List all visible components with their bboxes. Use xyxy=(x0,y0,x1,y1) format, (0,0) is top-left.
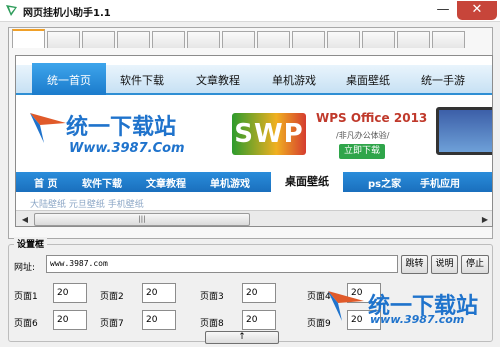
watermark-logo-icon xyxy=(328,291,364,321)
browser-tab[interactable] xyxy=(222,31,255,48)
sub-nav-item-home[interactable]: 首 页 xyxy=(34,175,57,190)
page-interval-input[interactable]: 20 xyxy=(53,310,87,330)
sub-nav-item-ps[interactable]: ps之家 xyxy=(368,175,401,190)
title-bar: 网页挂机小助手1.1 — ✕ xyxy=(0,0,500,22)
scroll-thumb[interactable]: ||| xyxy=(34,213,250,226)
browser-tab[interactable] xyxy=(362,31,395,48)
web-view[interactable]: 统一首页 软件下载 文章教程 单机游戏 桌面壁纸 统一手游 统一下载站 Www.… xyxy=(15,55,493,227)
browser-tab[interactable] xyxy=(397,31,430,48)
help-button[interactable]: 说明 xyxy=(431,255,458,274)
sub-nav-item-wallpaper[interactable]: 桌面壁纸 xyxy=(271,169,343,192)
window-title: 网页挂机小助手1.1 xyxy=(23,8,111,19)
page-label: 页面2 xyxy=(100,292,124,302)
browser-tab[interactable] xyxy=(47,31,80,48)
app-icon xyxy=(6,5,17,16)
laptop-image[interactable] xyxy=(436,107,492,155)
page-label: 页面1 xyxy=(14,292,38,302)
scroll-left-icon[interactable]: ◀ xyxy=(18,213,32,226)
settings-group-label: 设置框 xyxy=(14,237,48,250)
site-logo-url[interactable]: Www.3987.Com xyxy=(69,141,185,156)
top-nav-item-mobile-games[interactable]: 统一手游 xyxy=(421,72,465,88)
browser-tab[interactable] xyxy=(12,29,45,48)
horizontal-scrollbar[interactable]: ◀ ||| ▶ xyxy=(16,210,492,226)
sub-nav-item-apps[interactable]: 手机应用 xyxy=(420,175,460,190)
ad-subtitle: /非凡办公体验/ xyxy=(336,131,390,140)
browser-tab[interactable] xyxy=(82,31,115,48)
page-label: 页面8 xyxy=(200,319,224,329)
page-interval-input[interactable]: 20 xyxy=(242,283,276,303)
stop-button[interactable]: 停止 xyxy=(461,255,489,274)
page-label: 页面6 xyxy=(14,319,38,329)
top-nav-item-software[interactable]: 软件下载 xyxy=(120,72,164,88)
browser-tab[interactable] xyxy=(117,31,150,48)
close-button[interactable]: ✕ xyxy=(457,1,497,20)
page-interval-input[interactable]: 20 xyxy=(142,283,176,303)
browser-tab[interactable] xyxy=(432,31,465,48)
site-logo-icon xyxy=(30,113,66,143)
minimize-button[interactable]: — xyxy=(432,1,454,20)
site-banner: 统一下载站 Www.3987.Com SWP WPS Office 2013 /… xyxy=(16,97,492,169)
sub-nav-item-software[interactable]: 软件下载 xyxy=(82,175,122,190)
top-nav-item-articles[interactable]: 文章教程 xyxy=(196,72,240,88)
page-interval-input[interactable]: 20 xyxy=(242,310,276,330)
browser-tab[interactable] xyxy=(187,31,220,48)
third-nav[interactable]: 大陆壁纸 元旦壁纸 手机壁纸 xyxy=(30,197,144,210)
go-button[interactable]: 跳转 xyxy=(401,255,428,274)
top-nav-item-home[interactable]: 统一首页 xyxy=(32,63,106,95)
page-label: 页面3 xyxy=(200,292,224,302)
ad-title[interactable]: WPS Office 2013 xyxy=(316,111,427,125)
top-nav-item-wallpaper[interactable]: 桌面壁纸 xyxy=(346,72,390,88)
browser-tab[interactable] xyxy=(327,31,360,48)
browser-tab[interactable] xyxy=(152,31,185,48)
browser-tab[interactable] xyxy=(292,31,325,48)
url-input[interactable]: www.3987.com xyxy=(46,255,398,273)
site-logo-text[interactable]: 统一下载站 xyxy=(66,109,176,141)
sub-nav-item-articles[interactable]: 文章教程 xyxy=(146,175,186,190)
top-nav: 统一首页 软件下载 文章教程 单机游戏 桌面壁纸 统一手游 xyxy=(16,63,492,95)
sub-nav: 首 页 软件下载 文章教程 单机游戏 桌面壁纸 ps之家 手机应用 xyxy=(16,169,492,192)
url-label: 网址: xyxy=(14,263,36,273)
collapse-toggle-button[interactable]: ↑ xyxy=(205,331,279,344)
page-label: 页面7 xyxy=(100,319,124,329)
scroll-right-icon[interactable]: ▶ xyxy=(478,213,492,226)
watermark-url: www.3987.com xyxy=(370,313,465,326)
wps-logo[interactable]: SWP xyxy=(232,113,306,155)
page-interval-input[interactable]: 20 xyxy=(142,310,176,330)
page-interval-input[interactable]: 20 xyxy=(53,283,87,303)
browser-tab[interactable] xyxy=(257,31,290,48)
ad-download-button[interactable]: 立即下载 xyxy=(339,144,385,159)
sub-nav-item-games[interactable]: 单机游戏 xyxy=(210,175,250,190)
top-nav-item-games[interactable]: 单机游戏 xyxy=(272,72,316,88)
